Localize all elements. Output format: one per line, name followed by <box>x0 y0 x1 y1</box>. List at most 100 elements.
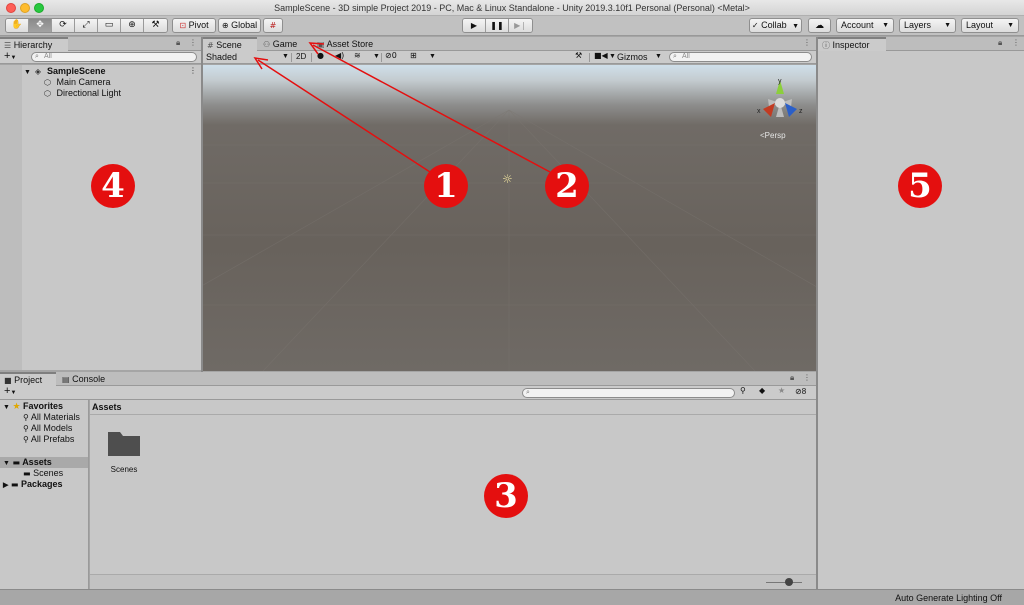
zoom-window-button[interactable] <box>34 3 44 13</box>
project-toolbar: +▼ ⚲ ◆ ★ ⊘8 <box>0 385 816 400</box>
tab-inspector[interactable]: ⓘ Inspector <box>818 37 886 51</box>
cloud-button[interactable]: ☁ <box>808 18 831 33</box>
collab-dropdown[interactable]: ✓ Collab ▼ <box>749 18 802 33</box>
lock-icon[interactable]: 🔒︎ <box>790 373 794 383</box>
close-window-button[interactable] <box>6 3 16 13</box>
tab-asset-store[interactable]: ▣ Asset Store <box>313 37 379 51</box>
eye-slash-icon: ⊘ <box>385 51 392 60</box>
packages-row[interactable]: ▶ ▬ Packages <box>3 479 63 490</box>
marker-label: 3 <box>494 476 518 516</box>
lighting-status[interactable]: Auto Generate Lighting Off <box>895 593 1002 603</box>
hierarchy-item[interactable]: ⬡ Main Camera <box>43 77 111 88</box>
window-title: SampleScene - 3D simple Project 2019 - P… <box>274 3 750 13</box>
breadcrumb: Assets <box>90 400 816 415</box>
create-asset-button[interactable]: +▼ <box>4 385 16 397</box>
lock-icon[interactable]: 🔒︎ <box>176 38 180 48</box>
tab-hierarchy[interactable]: ☰ Hierarchy <box>0 37 68 51</box>
pause-button[interactable]: ❚❚ <box>486 19 509 32</box>
tab-project[interactable]: ■ Project <box>0 372 56 386</box>
audio-icon[interactable]: ◀) <box>335 51 344 60</box>
search-by-type-icon[interactable]: ⚲ <box>740 386 746 395</box>
hidden-packages-toggle[interactable]: ⊘8 <box>795 387 806 396</box>
favorite-label: All Materials <box>30 412 80 422</box>
lock-icon[interactable]: 🔒︎ <box>998 38 1002 48</box>
tab-scene[interactable]: # Scene <box>203 37 257 51</box>
tab-game[interactable]: ⚇ Game <box>259 37 303 51</box>
zoom-slider-thumb[interactable] <box>785 578 793 586</box>
star-icon[interactable]: ★ <box>778 386 785 395</box>
global-toggle[interactable]: ⊕ Global <box>218 18 261 33</box>
hierarchy-item[interactable]: ⬡ Directional Light <box>43 88 121 99</box>
marker-label: 2 <box>555 166 579 206</box>
star-icon: ★ <box>12 402 21 412</box>
tab-console[interactable]: ▤ Console <box>58 372 111 386</box>
search-placeholder: All <box>44 53 52 60</box>
label-tag-icon[interactable]: ◆ <box>759 386 765 395</box>
rect-tool-icon[interactable]: ▭ <box>98 19 121 32</box>
project-search-input[interactable] <box>522 388 735 398</box>
scene-search-input[interactable]: All <box>669 52 812 62</box>
hierarchy-search-input[interactable]: All <box>31 52 197 62</box>
custom-tool-icon[interactable]: ⚒ <box>144 19 167 32</box>
chevron-down-icon[interactable]: ▼ <box>282 53 289 60</box>
effects-icon[interactable]: ≋ <box>354 51 361 60</box>
kebab-menu-icon[interactable]: ⋮ <box>803 373 811 382</box>
folder-item[interactable]: ▬ Scenes <box>23 468 63 479</box>
hidden-objects-toggle[interactable]: ⊘0 <box>385 51 397 60</box>
snap-button[interactable]: # <box>263 18 283 33</box>
step-button[interactable]: ▶❘ <box>509 19 532 32</box>
account-dropdown[interactable]: Account ▼ <box>836 18 894 33</box>
gizmos-dropdown[interactable]: Gizmos <box>617 52 648 62</box>
rotate-tool-icon[interactable]: ⟳ <box>52 19 75 32</box>
create-button[interactable]: +▼ <box>4 50 16 62</box>
unity-scene-icon: ◈ <box>34 67 42 76</box>
favorite-item[interactable]: ⚲ All Prefabs <box>23 434 74 445</box>
favorite-item[interactable]: ⚲ All Materials <box>23 412 80 423</box>
pivot-toggle[interactable]: ⊡ Pivot <box>172 18 216 33</box>
play-button[interactable]: ▶ <box>463 19 486 32</box>
favorite-item[interactable]: ⚲ All Models <box>23 423 72 434</box>
layout-dropdown[interactable]: Layout ▼ <box>961 18 1019 33</box>
zoom-slider-track[interactable] <box>766 582 802 583</box>
kebab-menu-icon[interactable]: ⋮ <box>1012 38 1020 47</box>
projection-toggle[interactable]: <Persp <box>760 131 786 140</box>
grid-toggle-icon[interactable]: ⊞ <box>410 51 417 60</box>
layers-dropdown[interactable]: Layers ▼ <box>899 18 956 33</box>
x-axis-label: x <box>757 108 761 115</box>
asset-folder-tile[interactable]: Scenes <box>102 428 146 484</box>
scene-menu-icon[interactable]: ⋮ <box>189 66 197 75</box>
folder-open-icon: ▬ <box>12 458 21 467</box>
shading-mode-label: Shaded <box>206 52 238 62</box>
minimize-window-button[interactable] <box>20 3 30 13</box>
lighting-icon[interactable]: ● <box>317 51 324 60</box>
orientation-gizmo[interactable]: y x z <box>755 77 805 129</box>
scale-tool-icon[interactable]: ⤢ <box>75 19 98 32</box>
scene-viewport[interactable]: ☼ y x z <Persp <box>203 65 816 371</box>
chevron-down-icon[interactable]: ▼ <box>429 53 436 60</box>
tools-wrench-icon[interactable]: ⚒ <box>575 51 582 60</box>
chevron-down-icon: ▼ <box>944 22 951 29</box>
breadcrumb-item[interactable]: Assets <box>92 402 122 412</box>
favorites-label: Favorites <box>23 401 64 411</box>
directional-light-icon[interactable]: ☼ <box>502 172 513 186</box>
chevron-down-icon[interactable]: ▼ <box>609 53 616 60</box>
shading-mode-dropdown[interactable]: Shaded <box>206 52 237 62</box>
hierarchy-panel-header: ☰ Hierarchy 🔒︎ ⋮ <box>0 37 201 51</box>
global-label: Global <box>231 20 258 30</box>
kebab-menu-icon[interactable]: ⋮ <box>189 38 197 47</box>
transform-tool-icon[interactable]: ⊕ <box>121 19 144 32</box>
camera-icon[interactable]: ■◀ <box>594 51 608 60</box>
scene-row[interactable]: ▼ ◈ SampleScene <box>24 66 106 77</box>
hand-tool-icon[interactable]: ✋ <box>6 19 29 32</box>
favorites-row[interactable]: ▼ ★ Favorites <box>3 401 63 412</box>
panel-divider[interactable] <box>201 37 203 372</box>
marker-label: 5 <box>908 166 932 206</box>
kebab-menu-icon[interactable]: ⋮ <box>803 38 811 47</box>
2d-toggle[interactable]: 2D <box>296 52 306 61</box>
chevron-down-icon[interactable]: ▼ <box>655 53 662 60</box>
gameobject-cube-icon: ⬡ <box>44 89 51 98</box>
panel-divider[interactable] <box>816 37 818 589</box>
assets-row[interactable]: ▼ ▬ Assets <box>0 457 88 468</box>
chevron-down-icon[interactable]: ▼ <box>373 53 380 60</box>
move-tool-icon[interactable]: ✥ <box>29 19 52 32</box>
